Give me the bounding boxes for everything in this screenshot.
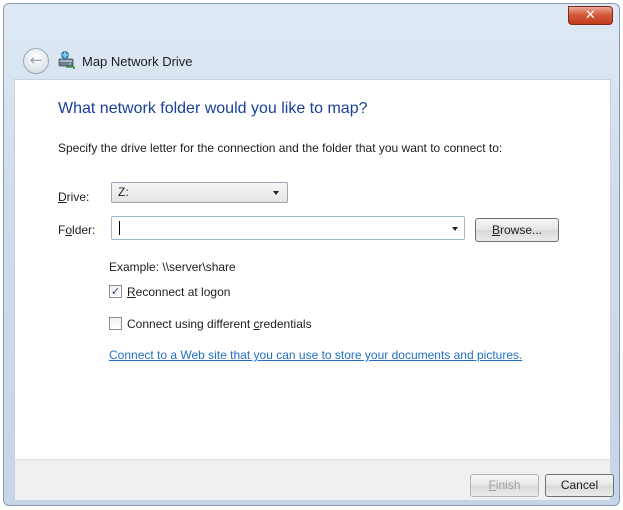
wizard-content: What network folder would you like to ma…	[14, 79, 611, 459]
folder-label: Folder:	[58, 223, 96, 237]
credentials-label[interactable]: Connect using different credentials	[127, 317, 312, 331]
chevron-down-icon[interactable]	[452, 227, 458, 231]
reconnect-checkbox[interactable]: ✓	[109, 285, 122, 298]
back-button[interactable]: ←	[23, 48, 49, 74]
web-site-link[interactable]: Connect to a Web site that you can use t…	[109, 348, 522, 362]
chevron-down-icon	[273, 191, 279, 195]
folder-input[interactable]	[112, 217, 442, 239]
browse-button[interactable]: Browse...	[475, 218, 559, 242]
text-caret	[119, 221, 120, 235]
finish-button[interactable]: Finish	[470, 474, 539, 497]
wizard-footer: Finish Cancel	[14, 459, 614, 501]
folder-combo[interactable]	[111, 216, 465, 240]
credentials-checkbox[interactable]	[109, 317, 122, 330]
drive-select[interactable]: Z:	[111, 182, 288, 203]
page-heading: What network folder would you like to ma…	[58, 100, 368, 117]
window-title: Map Network Drive	[82, 54, 193, 69]
drive-select-value: Z:	[118, 185, 129, 199]
drive-label: Drive:	[58, 190, 90, 204]
network-drive-icon	[58, 51, 75, 69]
back-arrow-icon: ←	[29, 51, 43, 69]
example-text: Example: \\server\share	[109, 260, 236, 274]
reconnect-label[interactable]: Reconnect at logon	[127, 285, 230, 299]
title-bar: ✕ ← Map Network Drive	[4, 4, 619, 79]
close-button[interactable]: ✕	[568, 6, 613, 25]
cancel-button[interactable]: Cancel	[545, 474, 614, 497]
map-network-drive-window: ✕ ← Map Network Drive What network folde…	[3, 3, 620, 506]
close-icon: ✕	[585, 8, 596, 23]
checkmark-icon: ✓	[110, 285, 121, 298]
instructions-text: Specify the drive letter for the connect…	[58, 141, 503, 155]
